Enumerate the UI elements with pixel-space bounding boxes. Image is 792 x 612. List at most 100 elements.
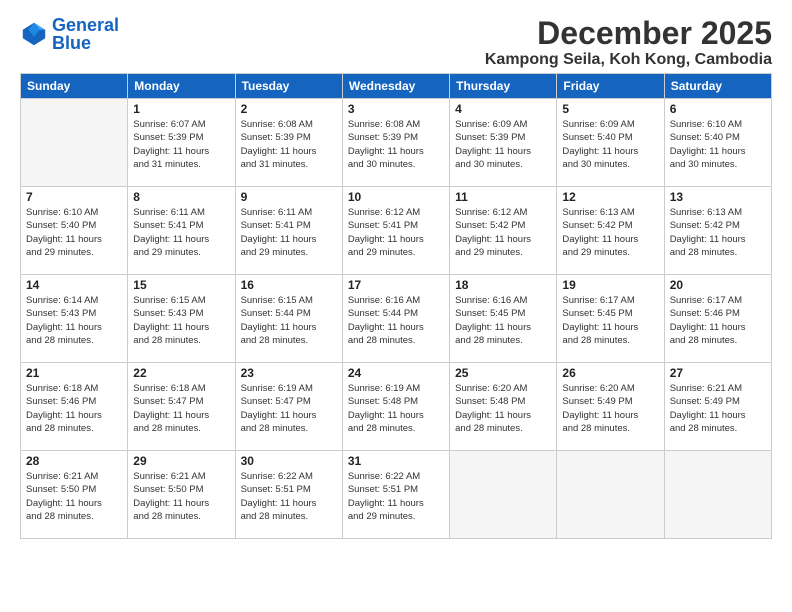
day-number: 11 [455,190,551,204]
day-info: Sunrise: 6:10 AMSunset: 5:40 PMDaylight:… [26,206,122,259]
day-info: Sunrise: 6:22 AMSunset: 5:51 PMDaylight:… [241,470,337,523]
day-info: Sunrise: 6:21 AMSunset: 5:49 PMDaylight:… [670,382,766,435]
location: Kampong Seila, Koh Kong, Cambodia [485,51,772,69]
day-number: 4 [455,102,551,116]
calendar-cell [557,451,664,539]
day-info: Sunrise: 6:13 AMSunset: 5:42 PMDaylight:… [562,206,658,259]
logo-icon [20,20,48,48]
day-number: 23 [241,366,337,380]
day-number: 2 [241,102,337,116]
day-number: 22 [133,366,229,380]
calendar-week-2: 14Sunrise: 6:14 AMSunset: 5:43 PMDayligh… [21,275,772,363]
day-info: Sunrise: 6:07 AMSunset: 5:39 PMDaylight:… [133,118,229,171]
header-saturday: Saturday [664,74,771,99]
day-number: 15 [133,278,229,292]
calendar-cell: 1 Sunrise: 6:07 AMSunset: 5:39 PMDaylight… [128,99,235,187]
calendar-cell: 23 Sunrise: 6:19 AMSunset: 5:47 PMDayligh… [235,363,342,451]
calendar-cell: 30 Sunrise: 6:22 AMSunset: 5:51 PMDayligh… [235,451,342,539]
calendar-cell: 21 Sunrise: 6:18 AMSunset: 5:46 PMDayligh… [21,363,128,451]
calendar-cell: 15 Sunrise: 6:15 AMSunset: 5:43 PMDayligh… [128,275,235,363]
calendar-cell: 9 Sunrise: 6:11 AMSunset: 5:41 PMDaylight… [235,187,342,275]
calendar-week-4: 28 Sunrise: 6:21 AMSunset: 5:50 PMDayligh… [21,451,772,539]
logo: General Blue [20,16,119,52]
month-title: December 2025 [485,16,772,51]
day-number: 31 [348,454,444,468]
day-number: 10 [348,190,444,204]
day-info: Sunrise: 6:08 AMSunset: 5:39 PMDaylight:… [241,118,337,171]
day-info: Sunrise: 6:19 AMSunset: 5:47 PMDaylight:… [241,382,337,435]
logo-general: General [52,15,119,35]
day-info: Sunrise: 6:20 AMSunset: 5:48 PMDaylight:… [455,382,551,435]
day-info: Sunrise: 6:12 AMSunset: 5:41 PMDaylight:… [348,206,444,259]
calendar-cell: 5 Sunrise: 6:09 AMSunset: 5:40 PMDaylight… [557,99,664,187]
calendar-cell: 11Sunrise: 6:12 AMSunset: 5:42 PMDayligh… [450,187,557,275]
calendar-cell [21,99,128,187]
day-number: 29 [133,454,229,468]
logo-blue: Blue [52,33,91,53]
calendar-cell [450,451,557,539]
day-info: Sunrise: 6:11 AMSunset: 5:41 PMDaylight:… [241,206,337,259]
calendar-cell: 10 Sunrise: 6:12 AMSunset: 5:41 PMDayligh… [342,187,449,275]
day-info: Sunrise: 6:16 AMSunset: 5:44 PMDaylight:… [348,294,444,347]
header-friday: Friday [557,74,664,99]
calendar-cell: 14Sunrise: 6:14 AMSunset: 5:43 PMDayligh… [21,275,128,363]
calendar-week-1: 7 Sunrise: 6:10 AMSunset: 5:40 PMDaylight… [21,187,772,275]
day-info: Sunrise: 6:20 AMSunset: 5:49 PMDaylight:… [562,382,658,435]
day-info: Sunrise: 6:10 AMSunset: 5:40 PMDaylight:… [670,118,766,171]
calendar-cell: 6 Sunrise: 6:10 AMSunset: 5:40 PMDaylight… [664,99,771,187]
day-number: 16 [241,278,337,292]
day-number: 6 [670,102,766,116]
day-info: Sunrise: 6:18 AMSunset: 5:46 PMDaylight:… [26,382,122,435]
calendar-table: Sunday Monday Tuesday Wednesday Thursday… [20,73,772,539]
day-info: Sunrise: 6:14 AMSunset: 5:43 PMDaylight:… [26,294,122,347]
day-number: 17 [348,278,444,292]
calendar-cell: 27Sunrise: 6:21 AMSunset: 5:49 PMDayligh… [664,363,771,451]
day-info: Sunrise: 6:11 AMSunset: 5:41 PMDaylight:… [133,206,229,259]
day-number: 26 [562,366,658,380]
calendar-cell: 19 Sunrise: 6:17 AMSunset: 5:45 PMDayligh… [557,275,664,363]
title-block: December 2025 Kampong Seila, Koh Kong, C… [485,16,772,69]
calendar-cell: 31 Sunrise: 6:22 AMSunset: 5:51 PMDayligh… [342,451,449,539]
day-number: 18 [455,278,551,292]
day-number: 21 [26,366,122,380]
day-info: Sunrise: 6:15 AMSunset: 5:43 PMDaylight:… [133,294,229,347]
calendar-cell: 28 Sunrise: 6:21 AMSunset: 5:50 PMDayligh… [21,451,128,539]
calendar-cell: 16Sunrise: 6:15 AMSunset: 5:44 PMDayligh… [235,275,342,363]
day-info: Sunrise: 6:21 AMSunset: 5:50 PMDaylight:… [26,470,122,523]
calendar-cell: 13Sunrise: 6:13 AMSunset: 5:42 PMDayligh… [664,187,771,275]
header: General Blue December 2025 Kampong Seila… [20,16,772,69]
day-info: Sunrise: 6:09 AMSunset: 5:40 PMDaylight:… [562,118,658,171]
day-info: Sunrise: 6:18 AMSunset: 5:47 PMDaylight:… [133,382,229,435]
header-thursday: Thursday [450,74,557,99]
day-number: 30 [241,454,337,468]
day-number: 25 [455,366,551,380]
day-number: 12 [562,190,658,204]
day-number: 9 [241,190,337,204]
calendar-cell: 20 Sunrise: 6:17 AMSunset: 5:46 PMDayligh… [664,275,771,363]
day-number: 8 [133,190,229,204]
calendar-cell: 7 Sunrise: 6:10 AMSunset: 5:40 PMDaylight… [21,187,128,275]
day-info: Sunrise: 6:17 AMSunset: 5:45 PMDaylight:… [562,294,658,347]
day-number: 19 [562,278,658,292]
calendar-cell: 3Sunrise: 6:08 AMSunset: 5:39 PMDaylight… [342,99,449,187]
calendar-cell: 22 Sunrise: 6:18 AMSunset: 5:47 PMDayligh… [128,363,235,451]
day-number: 1 [133,102,229,116]
calendar-cell: 8 Sunrise: 6:11 AMSunset: 5:41 PMDaylight… [128,187,235,275]
day-number: 7 [26,190,122,204]
calendar-cell: 18 Sunrise: 6:16 AMSunset: 5:45 PMDayligh… [450,275,557,363]
day-number: 20 [670,278,766,292]
page: General Blue December 2025 Kampong Seila… [0,0,792,612]
day-info: Sunrise: 6:09 AMSunset: 5:39 PMDaylight:… [455,118,551,171]
calendar-cell: 24Sunrise: 6:19 AMSunset: 5:48 PMDayligh… [342,363,449,451]
calendar-header-row: Sunday Monday Tuesday Wednesday Thursday… [21,74,772,99]
day-info: Sunrise: 6:22 AMSunset: 5:51 PMDaylight:… [348,470,444,523]
day-info: Sunrise: 6:17 AMSunset: 5:46 PMDaylight:… [670,294,766,347]
calendar-cell: 17 Sunrise: 6:16 AMSunset: 5:44 PMDayligh… [342,275,449,363]
header-tuesday: Tuesday [235,74,342,99]
day-info: Sunrise: 6:16 AMSunset: 5:45 PMDaylight:… [455,294,551,347]
calendar-cell: 4 Sunrise: 6:09 AMSunset: 5:39 PMDaylight… [450,99,557,187]
calendar-cell: 2 Sunrise: 6:08 AMSunset: 5:39 PMDaylight… [235,99,342,187]
day-number: 28 [26,454,122,468]
calendar-cell [664,451,771,539]
day-number: 5 [562,102,658,116]
